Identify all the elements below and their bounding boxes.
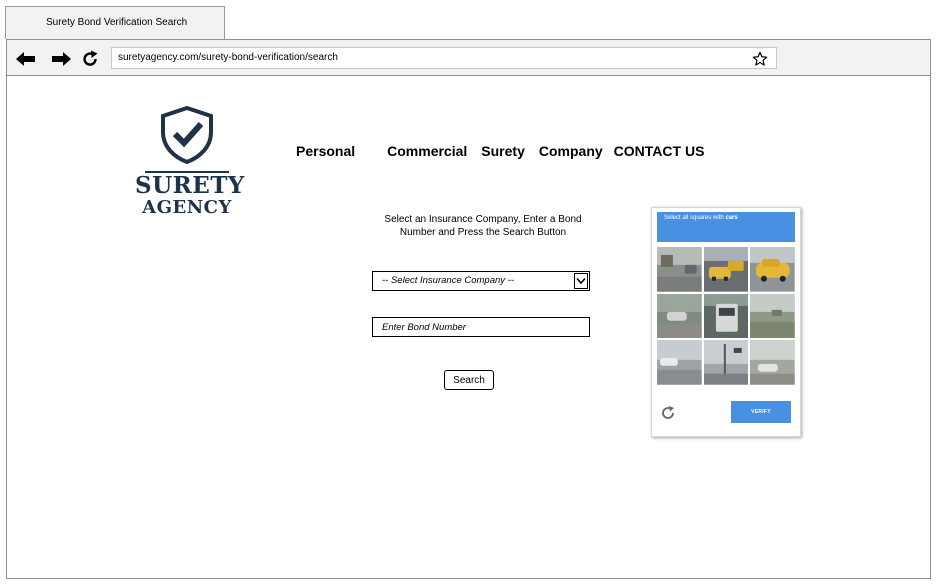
- logo-text-agency: AGENCY: [142, 197, 232, 218]
- captcha-tile[interactable]: [750, 340, 795, 385]
- nav-item-surety[interactable]: Surety: [481, 143, 525, 159]
- nav-item-company[interactable]: Company: [539, 143, 603, 159]
- captcha-prompt: Select all squares with: [664, 215, 724, 221]
- main-nav: Personal Commercial Surety Company CONTA…: [296, 143, 718, 159]
- forward-arrow-icon[interactable]: [50, 48, 72, 70]
- chevron-down-icon[interactable]: [574, 273, 588, 289]
- nav-item-personal[interactable]: Personal: [296, 143, 355, 159]
- form-instructions: Select an Insurance Company, Enter a Bon…: [384, 214, 582, 238]
- captcha-header: Select all squares with cars: [657, 212, 795, 242]
- nav-item-commercial[interactable]: Commercial: [387, 143, 467, 159]
- captcha-tile[interactable]: [750, 247, 795, 292]
- refresh-icon[interactable]: [660, 405, 676, 421]
- bond-number-input[interactable]: [372, 317, 590, 337]
- browser-window: suretyagency.com/surety-bond-verificatio…: [6, 39, 931, 579]
- captcha-target: cars: [725, 215, 738, 221]
- tab-title: Surety Bond Verification Search: [46, 17, 188, 28]
- logo-text-surety: SURETY: [135, 172, 245, 199]
- site-logo[interactable]: SURETY AGENCY: [135, 105, 245, 218]
- address-url: suretyagency.com/surety-bond-verificatio…: [118, 52, 338, 63]
- captcha-tile[interactable]: [703, 340, 749, 385]
- reload-icon[interactable]: [79, 48, 101, 70]
- captcha-image-grid: [657, 247, 795, 385]
- captcha-tile[interactable]: [703, 247, 749, 292]
- captcha-tile[interactable]: [657, 340, 702, 385]
- browser-toolbar: suretyagency.com/surety-bond-verificatio…: [7, 40, 930, 76]
- captcha-tile[interactable]: [750, 293, 795, 339]
- star-bookmark-icon[interactable]: [750, 49, 770, 69]
- address-bar[interactable]: suretyagency.com/surety-bond-verificatio…: [111, 47, 777, 69]
- shield-check-icon: [135, 105, 239, 169]
- search-button[interactable]: Search: [444, 370, 494, 390]
- captcha-widget: Select all squares with cars VERIFY: [651, 207, 801, 437]
- nav-item-contact-us[interactable]: CONTACT US: [614, 143, 705, 159]
- insurance-company-select[interactable]: -- Select Insurance Company --: [372, 271, 590, 291]
- captcha-tile[interactable]: [657, 247, 702, 292]
- select-value: -- Select Insurance Company --: [382, 275, 514, 286]
- browser-tab[interactable]: Surety Bond Verification Search: [5, 6, 225, 39]
- captcha-tile[interactable]: [703, 293, 749, 339]
- back-arrow-icon[interactable]: [15, 48, 37, 70]
- verify-button[interactable]: VERIFY: [731, 401, 791, 423]
- captcha-tile[interactable]: [657, 293, 702, 339]
